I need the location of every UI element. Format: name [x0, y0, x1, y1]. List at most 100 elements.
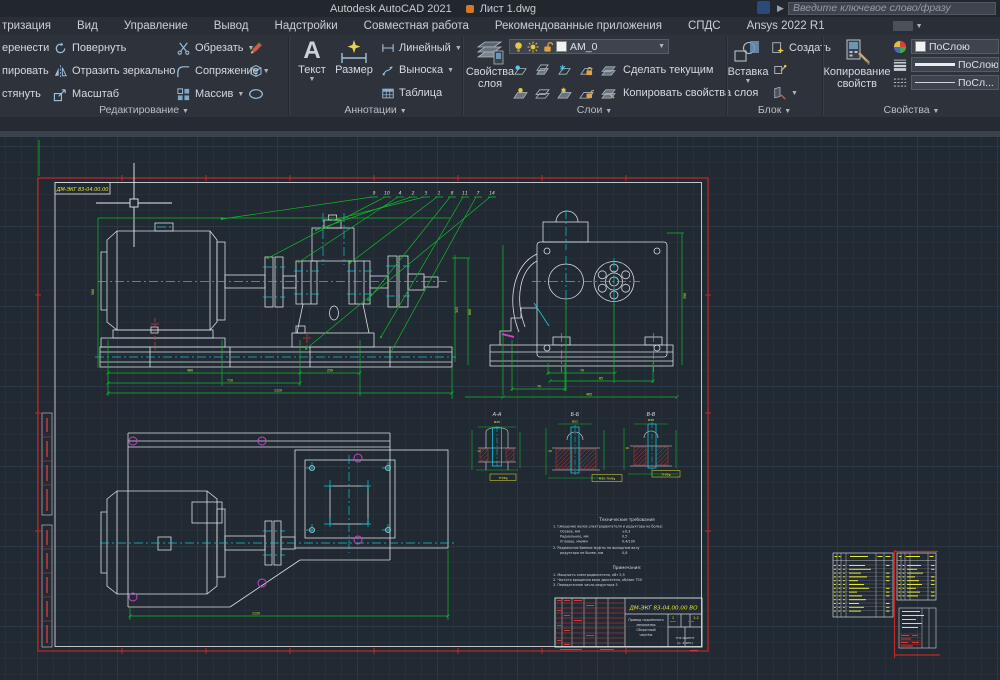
svg-text:ДМ-ЭКГ 83-04.00.00: ДМ-ЭКГ 83-04.00.00: [56, 187, 109, 193]
leader-button[interactable]: Выноска▼: [381, 61, 454, 79]
svg-text:чертёж: чертёж: [640, 633, 653, 637]
edit-block-button[interactable]: [773, 61, 787, 79]
mirror-icon: [53, 64, 68, 79]
linear-dim-button[interactable]: Линейный▼: [381, 39, 462, 57]
menu-item-output[interactable]: Вывод: [201, 20, 262, 32]
svg-text:0,4/100: 0,4/100: [622, 540, 635, 544]
array-icon: [176, 87, 191, 102]
svg-text:ТПУ ИШНПТ: ТПУ ИШНПТ: [675, 636, 695, 640]
svg-text:2. Радиальное биение муфты на: 2. Радиальное биение муфты на выходном в…: [553, 546, 640, 550]
ellipse-icon: [248, 86, 264, 102]
help-search-input[interactable]: Введите ключевое слово/фразу: [788, 2, 996, 15]
panel-label-edit[interactable]: Редактирование ▼: [0, 104, 288, 116]
block-attrib-icon: [773, 86, 787, 100]
scale-button[interactable]: Масштаб: [53, 85, 119, 103]
model-space-canvas[interactable]: 9104251811714ДМ-ЭКГ 83-04.00.00ДМ-ЭКГ 83…: [0, 137, 1000, 680]
svg-text:Примечания:: Примечания:: [613, 565, 642, 570]
text-button[interactable]: A Текст▼: [295, 38, 329, 83]
svg-text:9: 9: [373, 191, 376, 197]
layer-unlock-icon[interactable]: [579, 87, 594, 100]
layer-dropdown[interactable]: AM_0 ▼: [509, 39, 669, 54]
menu-item-parametrization[interactable]: тризация: [0, 20, 64, 32]
make-current-label[interactable]: Сделать текущим: [623, 64, 713, 76]
lineweight-sample: [915, 63, 955, 66]
layer-stack-icon[interactable]: [601, 64, 616, 77]
lineweight-dropdown[interactable]: ПоСлою: [911, 57, 999, 72]
move-button[interactable]: еренести: [2, 39, 49, 57]
end-view-dimensions: [465, 233, 684, 399]
menu-item-view[interactable]: Вид: [64, 20, 111, 32]
current-layer-name: AM_0: [570, 41, 597, 53]
svg-text:Б-Б: Б-Б: [571, 412, 580, 418]
layer-freeze-icon[interactable]: [557, 64, 572, 77]
svg-text:Сборочный: Сборочный: [636, 628, 655, 632]
insert-block-icon: [732, 38, 764, 66]
svg-text:390: 390: [683, 293, 687, 299]
match-properties-button[interactable]: Копированиесвойств: [825, 38, 889, 90]
trim-button[interactable]: Обрезать▼: [176, 39, 254, 57]
menu-item-collaborate[interactable]: Совместная работа: [351, 20, 482, 32]
panel-label-properties[interactable]: Свойства ▼: [823, 104, 1000, 116]
block-attributes-button[interactable]: ▼: [773, 84, 798, 102]
layer-tools-row1: Сделать текущим: [513, 61, 713, 79]
panel-label-block[interactable]: Блок ▼: [727, 104, 822, 116]
autocad-window: { "titlebar": { "app_title": "Autodesk A…: [0, 0, 1000, 680]
window-title: Autodesk AutoCAD 2021 Лист 1.dwg: [330, 2, 536, 15]
crosshair-cursor: [96, 163, 172, 247]
table-button[interactable]: Таблица: [381, 84, 442, 102]
match-properties-icon: [842, 38, 872, 66]
svg-text:ДМ-ЭКГ 83-04.00.00 ВО: ДМ-ЭКГ 83-04.00.00 ВО: [628, 606, 698, 612]
panel-label-layers[interactable]: Слои ▼: [463, 104, 726, 116]
ribbon-display-toggle[interactable]: ▼: [893, 21, 923, 31]
svg-text:480: 480: [187, 369, 193, 373]
object-color-dropdown[interactable]: ПоСлою: [911, 39, 999, 54]
layer-isolate-icon[interactable]: [513, 64, 528, 77]
svg-text:345: 345: [455, 307, 459, 313]
account-badge[interactable]: [757, 1, 770, 14]
stretch-button[interactable]: стянуть: [2, 85, 41, 103]
svg-text:7H/8g: 7H/8g: [662, 473, 671, 477]
menu-item-spds[interactable]: СПДС: [675, 20, 734, 32]
erase-button[interactable]: [248, 39, 264, 57]
leader-icon: [381, 64, 395, 76]
layer-lock-icon[interactable]: [579, 64, 594, 77]
layer-off-icon[interactable]: [535, 87, 550, 100]
svg-text:7H/8g: 7H/8g: [499, 476, 508, 480]
svg-text:2: 2: [412, 191, 415, 197]
chevron-down-icon: ▼: [791, 90, 798, 97]
svg-text:4: 4: [399, 191, 402, 197]
svg-text:редуктора не более, мм: редуктора не более, мм: [560, 551, 604, 555]
panel-edit: еренести пировать стянуть Повернуть Отра…: [0, 35, 288, 117]
dimension-button[interactable]: Размер: [333, 38, 375, 76]
rotate-icon: [53, 41, 68, 56]
insert-block-button[interactable]: Вставка▼: [728, 38, 768, 85]
menu-item-ansys[interactable]: Ansys 2022 R1: [734, 20, 838, 32]
copy-button[interactable]: пировать: [2, 62, 49, 80]
layer-properties-button[interactable]: Свойстваслоя: [467, 38, 513, 90]
chevron-down-icon: ▼: [237, 91, 244, 98]
layer-match-icon[interactable]: [601, 87, 616, 100]
svg-text:0,5: 0,5: [622, 535, 627, 539]
linetype-dropdown[interactable]: ПоСл...: [911, 75, 999, 90]
layer-unisolate-icon[interactable]: [535, 64, 550, 77]
svg-text:1: 1: [672, 616, 674, 620]
linetype-sample: [915, 82, 955, 83]
mirror-button[interactable]: Отразить зеркально: [53, 62, 175, 80]
menu-item-manage[interactable]: Управление: [111, 20, 201, 32]
explode-button[interactable]: [248, 62, 264, 80]
rotate-button[interactable]: Повернуть: [53, 39, 126, 57]
image-thumbnail-icon: [893, 21, 913, 31]
layer-thaw-icon[interactable]: [557, 87, 572, 100]
svg-text:1:2: 1:2: [693, 616, 699, 620]
panel-label-annotate[interactable]: Аннотации ▼: [289, 104, 462, 116]
offset-button[interactable]: [248, 85, 264, 103]
menu-item-addins[interactable]: Надстройки: [262, 20, 351, 32]
chevron-down-icon: ▼: [455, 45, 462, 52]
array-button[interactable]: Массив▼: [176, 85, 244, 103]
dimension-icon: [339, 38, 369, 64]
layer-on-icon[interactable]: [513, 87, 528, 100]
dynamic-annotations: 9104251811714ДМ-ЭКГ 83-04.00.00ДМ-ЭКГ 83…: [56, 187, 935, 645]
fillet-icon: [176, 64, 191, 79]
svg-text:3. Передаточное число редуктор: 3. Передаточное число редуктора 5: [553, 583, 618, 587]
menu-item-featured-apps[interactable]: Рекомендованные приложения: [482, 20, 675, 32]
